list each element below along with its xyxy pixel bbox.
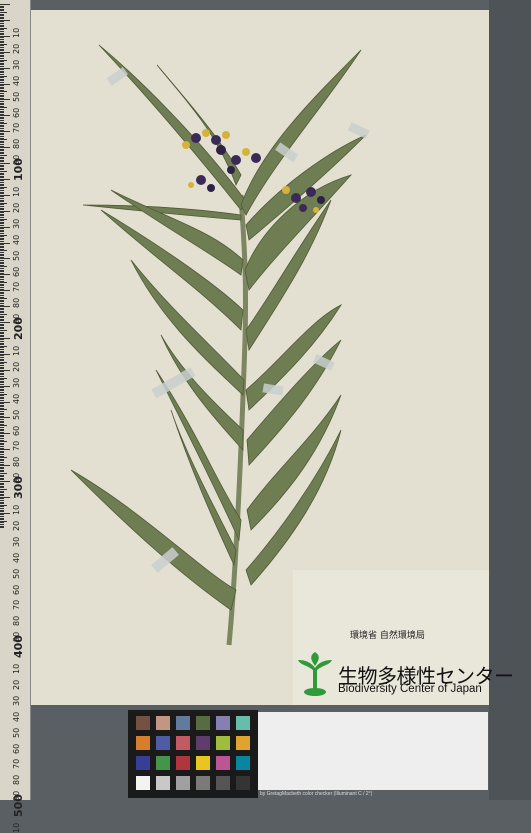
- ruler-label: 20: [12, 520, 21, 531]
- ruler-label: 10: [12, 504, 21, 515]
- color-patch: [236, 736, 250, 750]
- ruler-label: 20: [12, 202, 21, 213]
- color-patch: [216, 776, 230, 790]
- calibration-table: [258, 712, 488, 790]
- ruler-label: 60: [12, 743, 21, 754]
- ruler-label: 50: [12, 568, 21, 579]
- ruler-label: 80: [12, 775, 21, 786]
- center-name-en: Biodiversity Center of Japan: [338, 683, 482, 695]
- ministry-text: 環境省 自然環境局: [350, 631, 425, 641]
- ruler-label: 500: [12, 794, 25, 818]
- color-patch: [216, 756, 230, 770]
- ruler-label: 10: [12, 27, 21, 38]
- ruler-label: 70: [12, 600, 21, 611]
- ruler-label: 60: [12, 266, 21, 277]
- measurement-ruler: 10 20 30 40 50 60 70 80 90 100 10 20 30 40 50 60 70 80 90 2…: [0, 0, 31, 833]
- color-patch: [156, 776, 170, 790]
- ruler-label: 60: [12, 425, 21, 436]
- ruler-label: 50: [12, 250, 21, 261]
- ruler-label: 40: [12, 75, 21, 86]
- ruler-label: 40: [12, 393, 21, 404]
- color-patch: [236, 716, 250, 730]
- ruler-label: 10: [12, 663, 21, 674]
- ruler-tick: [0, 527, 4, 529]
- color-patch: [216, 716, 230, 730]
- ruler-label: 400: [12, 635, 25, 659]
- calibration-caption: by GretagMacbeth color checker (Illumina…: [260, 791, 373, 797]
- ruler-label: 80: [12, 457, 21, 468]
- ruler-label: 80: [12, 616, 21, 627]
- ruler-label: 80: [12, 298, 21, 309]
- ruler-label: 80: [12, 139, 21, 150]
- ruler-label: 50: [12, 91, 21, 102]
- color-patch: [136, 716, 150, 730]
- ruler-label: 10: [12, 345, 21, 356]
- ruler-label: 10: [12, 186, 21, 197]
- color-patch: [176, 736, 190, 750]
- ruler-label: 70: [12, 282, 21, 293]
- color-checker-chart: [128, 710, 258, 798]
- ruler-label: 10: [12, 822, 21, 833]
- ruler-label: 40: [12, 711, 21, 722]
- ruler-label: 60: [12, 107, 21, 118]
- color-patch: [216, 736, 230, 750]
- ruler-label: 70: [12, 123, 21, 134]
- color-patch: [136, 756, 150, 770]
- ruler-label: 30: [12, 536, 21, 547]
- color-patch: [176, 756, 190, 770]
- ruler-label: 30: [12, 218, 21, 229]
- color-patch: [196, 776, 210, 790]
- ruler-label: 60: [12, 584, 21, 595]
- ruler-label: 40: [12, 234, 21, 245]
- color-patch: [236, 776, 250, 790]
- color-patch: [196, 716, 210, 730]
- ruler-label: 50: [12, 409, 21, 420]
- color-patch: [136, 776, 150, 790]
- ruler-label: 40: [12, 552, 21, 563]
- color-patch: [236, 756, 250, 770]
- color-patch: [156, 736, 170, 750]
- ruler-label: 20: [12, 361, 21, 372]
- plant-logo-icon: [298, 652, 332, 696]
- color-patch: [196, 756, 210, 770]
- ruler-label: 30: [12, 695, 21, 706]
- color-patch: [176, 776, 190, 790]
- ruler-label: 50: [12, 727, 21, 738]
- ruler-label: 20: [12, 679, 21, 690]
- ruler-label: 70: [12, 759, 21, 770]
- ruler-label: 70: [12, 441, 21, 452]
- ruler-label: 200: [12, 317, 25, 341]
- color-patch: [196, 736, 210, 750]
- color-patch: [156, 756, 170, 770]
- color-patch: [156, 716, 170, 730]
- ruler-label: 300: [12, 476, 25, 500]
- color-patch: [176, 716, 190, 730]
- ruler-label: 30: [12, 377, 21, 388]
- ruler-label: 100: [12, 158, 25, 182]
- ruler-label: 20: [12, 43, 21, 54]
- color-patch: [136, 736, 150, 750]
- ruler-label: 30: [12, 59, 21, 70]
